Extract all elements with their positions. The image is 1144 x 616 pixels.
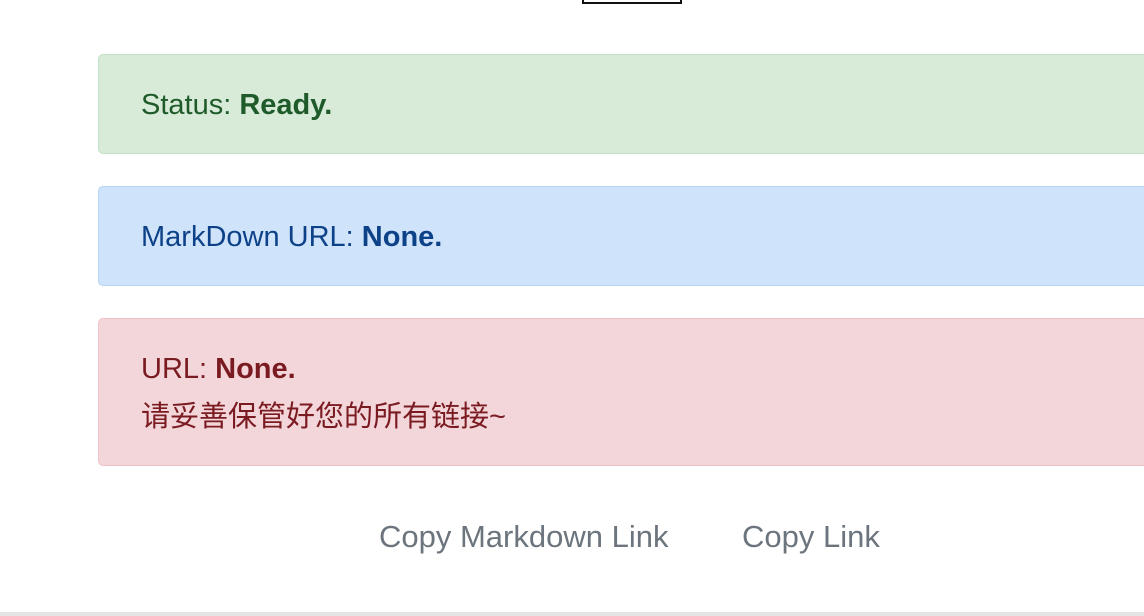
page: Status: Ready. MarkDown URL: None. URL: … (0, 0, 1144, 616)
url-alert: URL: None. 请妥善保管好您的所有链接~ (98, 318, 1144, 466)
markdown-url-alert: MarkDown URL: None. (98, 186, 1144, 286)
url-label: URL: (141, 353, 216, 385)
copy-link-button[interactable]: Copy Link (742, 508, 880, 566)
top-input-edge[interactable] (582, 0, 682, 4)
status-alert: Status: Ready. (98, 54, 1144, 154)
url-note: 请妥善保管好您的所有链接~ (141, 401, 506, 433)
markdown-url-line: MarkDown URL: None. (141, 213, 1135, 261)
markdown-url-value: None. (361, 221, 443, 253)
status-value: Ready. (239, 89, 333, 121)
status-line: Status: Ready. (141, 81, 1135, 129)
copy-button-row: Copy Markdown Link Copy Link (0, 508, 1144, 566)
url-value: None. (215, 353, 296, 385)
bottom-divider (0, 612, 1144, 616)
markdown-url-label: MarkDown URL: (141, 221, 362, 253)
status-label: Status: (141, 89, 240, 121)
copy-markdown-link-button[interactable]: Copy Markdown Link (379, 508, 668, 566)
url-line: URL: None. (141, 345, 1135, 393)
